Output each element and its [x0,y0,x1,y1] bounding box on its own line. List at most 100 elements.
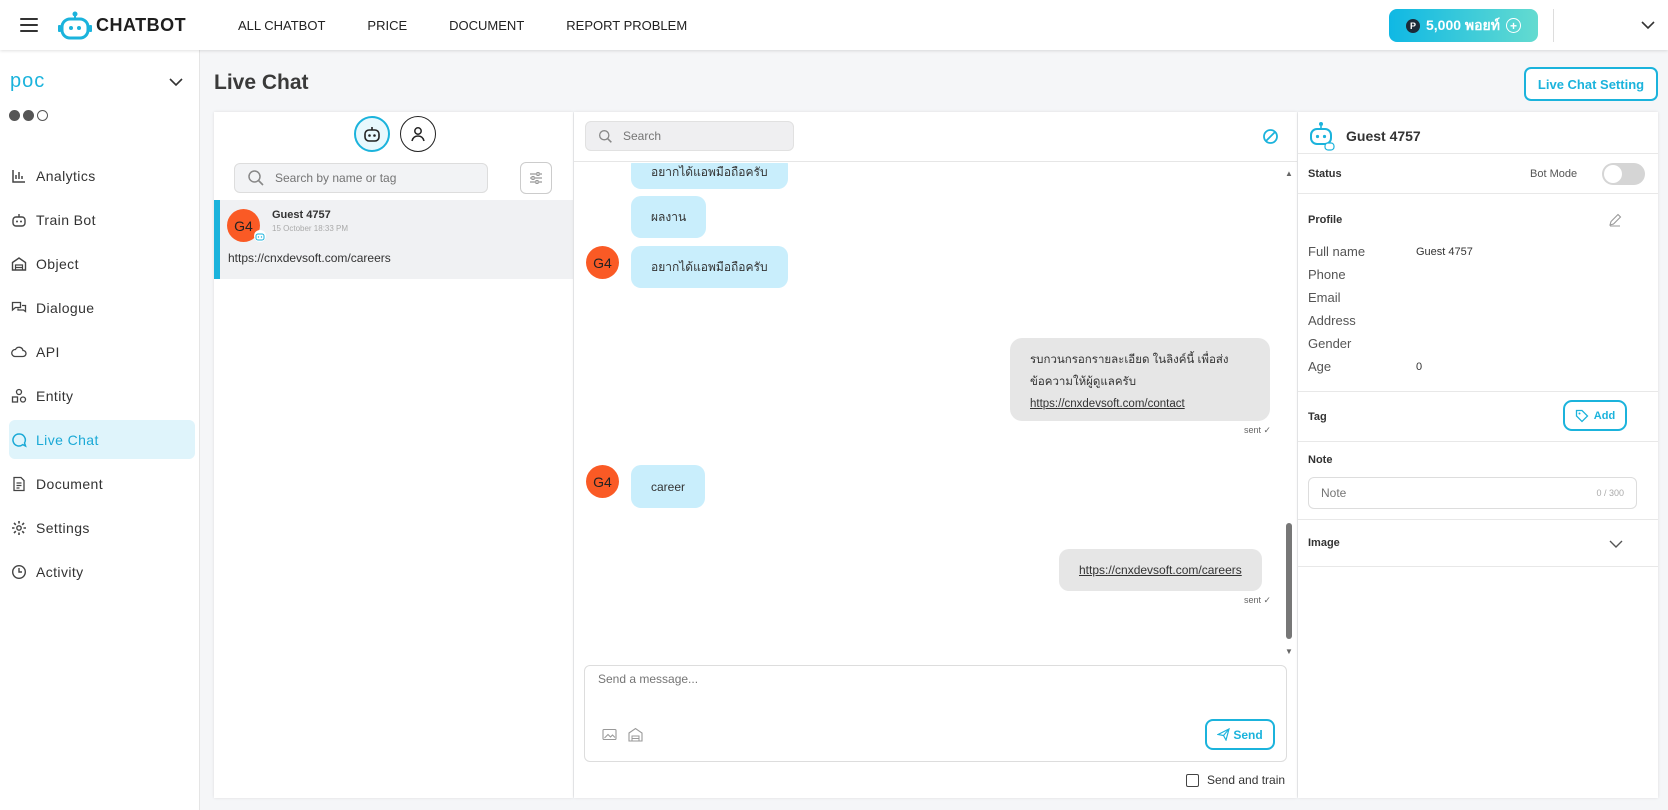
conversation-item[interactable]: G4 Guest 4757 15 October 18:33 PM https:… [214,200,573,279]
nav-document[interactable]: DOCUMENT [449,18,524,33]
incoming-message: อยากได้แอพมือถือครับ [631,163,788,189]
mode-tabs [354,116,436,152]
phone-label: Phone [1308,267,1346,282]
status-label: Status [1308,168,1342,180]
sidebar-item-activity[interactable]: Activity [9,552,195,591]
chat-search-input[interactable] [623,129,783,143]
avatar: G4 [586,465,619,498]
sidebar: poc Analytics Train Bot Object Dialogue … [0,50,200,810]
sent-status: sent ✓ [1244,595,1272,605]
bot-name: poc [10,70,46,92]
sidebar-item-dialogue[interactable]: Dialogue [9,288,195,327]
chat-bubbles-icon [11,301,27,313]
scroll-down-arrow-icon[interactable]: ▼ [1285,647,1293,656]
send-label: Send [1233,727,1263,742]
tag-icon [1575,409,1589,422]
tab-bot-conversations[interactable] [354,116,390,152]
conversation-search[interactable] [234,163,488,193]
whatsapp-channel-icon [37,110,48,121]
line-channel-icon [9,110,20,121]
user-icon [411,127,425,142]
tab-human-conversations[interactable] [400,116,436,152]
image-upload-icon[interactable] [602,727,617,742]
main-nav: ALL CHATBOT PRICE DOCUMENT REPORT PROBLE… [238,0,687,50]
live-chat-setting-button[interactable]: Live Chat Setting [1524,67,1658,101]
conversation-list-panel: G4 Guest 4757 15 October 18:33 PM https:… [214,112,573,798]
chatbot-logo[interactable]: CHATBOT [58,10,186,40]
send-and-train-label: Send and train [1207,773,1286,787]
chevron-down-icon[interactable] [1608,536,1624,552]
note-input[interactable] [1321,486,1561,500]
messenger-channel-icon [23,110,34,121]
conversation-last-message: https://cnxdevsoft.com/careers [228,251,391,265]
sidebar-item-label: Settings [36,519,90,536]
full-name-value: Guest 4757 [1416,246,1473,258]
sidebar-item-label: API [36,343,60,360]
bot-mode-toggle[interactable] [1602,163,1645,185]
sidebar-item-train-bot[interactable]: Train Bot [9,200,195,239]
careers-link[interactable]: https://cnxdevsoft.com/careers [1079,563,1242,577]
image-section[interactable]: Image [1298,519,1658,567]
nav-price[interactable]: PRICE [367,18,407,33]
note-char-count: 0 / 300 [1596,488,1624,498]
gender-label: Gender [1308,336,1352,351]
message-input[interactable] [598,672,1248,712]
hamburger-menu-icon[interactable] [18,14,40,36]
send-button[interactable]: Send [1205,719,1275,750]
image-label: Image [1308,537,1340,549]
filter-button[interactable] [520,162,552,194]
edit-pencil-icon[interactable] [1608,213,1622,227]
block-icon[interactable] [1262,128,1279,145]
customer-info-panel: Guest 4757 Status Bot Mode Profile Full … [1298,112,1658,798]
nav-report-problem[interactable]: REPORT PROBLEM [566,18,687,33]
sidebar-item-settings[interactable]: Settings [9,508,195,547]
contact-link[interactable]: https://cnxdevsoft.com/contact [1030,398,1185,410]
bot-mode-label: Bot Mode [1530,168,1578,180]
message-scrollbar[interactable]: ▲ ▼ [1285,163,1293,659]
outgoing-message: รบกวนกรอกรายละเอียด ในลิงค์นี้ เพื่อส่ง … [1010,338,1270,421]
message-text: ผลงาน [651,209,687,224]
scrollbar-thumb[interactable] [1286,523,1292,639]
conversation-time: 15 October 18:33 PM [272,224,349,233]
message-text: career [651,479,686,494]
age-label: Age [1308,359,1332,374]
filter-sliders-icon [530,172,542,184]
status-section: Status Bot Mode [1298,153,1658,193]
points-label: 5,000 พอยท์ [1426,16,1500,33]
bot-selector-chevron-icon[interactable] [168,74,184,90]
send-and-train-option: Send and train [1186,773,1285,787]
points-button[interactable]: P 5,000 พอยท์ + [1389,9,1538,42]
search-icon [599,129,612,143]
send-and-train-checkbox[interactable] [1186,773,1199,787]
chat-search[interactable] [585,121,794,151]
incoming-message: ผลงาน [631,196,707,238]
sidebar-item-live-chat[interactable]: Live Chat [9,420,195,459]
tag-label: Tag [1308,411,1327,423]
sidebar-item-analytics[interactable]: Analytics [9,156,195,195]
robot-icon [364,127,380,142]
scroll-up-arrow-icon[interactable]: ▲ [1285,169,1293,178]
channel-icons [9,110,48,121]
object-insert-icon[interactable] [628,727,643,742]
note-field[interactable]: 0 / 300 [1308,477,1637,509]
message-text: อยากได้แอพมือถือครับ [651,164,768,179]
sidebar-item-label: Document [36,475,104,492]
nav-all-chatbot[interactable]: ALL CHATBOT [238,18,325,33]
robot-logo-icon [58,11,92,40]
logo-text: CHATBOT [96,14,187,35]
full-name-label: Full name [1308,244,1366,259]
add-tag-button[interactable]: Add [1563,400,1627,431]
top-bar: CHATBOT ALL CHATBOT PRICE DOCUMENT REPOR… [0,0,1668,50]
sidebar-item-label: Dialogue [36,299,95,316]
sidebar-item-api[interactable]: API [9,332,195,371]
sidebar-item-object[interactable]: Object [9,244,195,283]
conversation-search-input[interactable] [275,171,475,185]
customer-name: Guest 4757 [1346,128,1421,144]
sidebar-item-entity[interactable]: Entity [9,376,195,415]
sidebar-item-label: Activity [36,563,84,580]
sidebar-item-document[interactable]: Document [9,464,195,503]
chat-panel: อยากได้แอพมือถือครับ ผลงาน G4 อยากได้แอพ… [574,112,1297,798]
robot-icon [12,213,26,227]
message-text-line: ข้อความให้ผู้ดูแลครับ [1030,376,1136,388]
account-chevron-down-icon[interactable] [1640,17,1656,33]
